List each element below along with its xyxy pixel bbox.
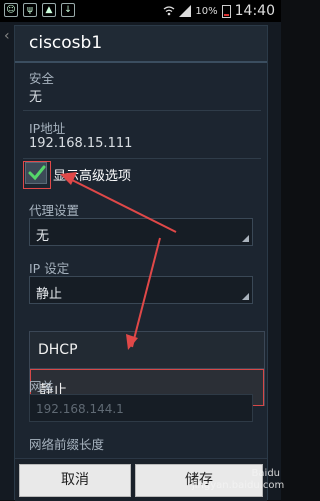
arrowhead — [60, 172, 77, 185]
watermark-line1: Baidu — [251, 468, 280, 479]
arrow-line — [71, 179, 177, 233]
watermark: Baidu jingyan.baidu.com — [192, 468, 285, 498]
watermark-line2: jingyan.baidu.com — [192, 480, 285, 491]
arrow-line — [131, 237, 161, 348]
arrowhead — [126, 334, 138, 350]
annotation-arrows — [60, 172, 177, 350]
